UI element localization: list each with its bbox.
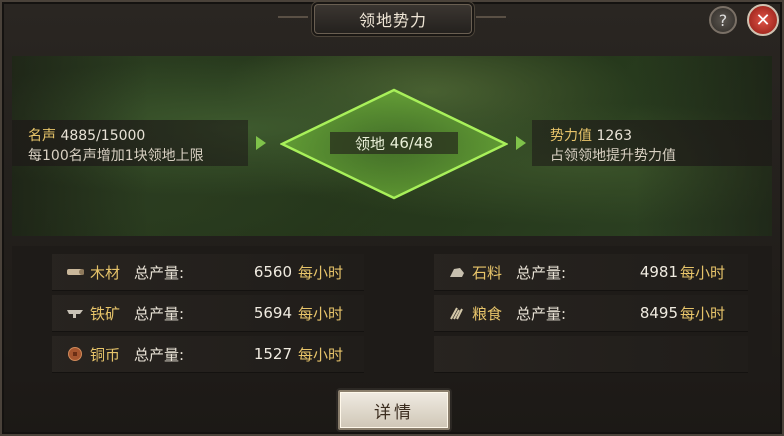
resource-row-copper: 铜币 总产量: 1527 每小时 — [52, 336, 364, 373]
territory-value: 46/48 — [389, 134, 434, 152]
power-value: 1263 — [596, 128, 633, 144]
window-title: 领地势力 — [314, 4, 472, 34]
resource-value: 6560 — [253, 263, 292, 281]
stone-icon — [450, 268, 464, 277]
resource-value: 8495 — [639, 304, 678, 322]
details-button[interactable]: 详情 — [338, 390, 450, 430]
resource-label: 总产量: — [134, 345, 185, 364]
resource-unit: 每小时 — [298, 263, 344, 282]
resource-value: 5694 — [253, 304, 292, 322]
iron-icon — [67, 310, 83, 318]
prestige-info: 名声 4885/15000 每100名声增加1块领地上限 — [28, 126, 204, 166]
resource-row-wood: 木材 总产量: 6560 每小时 — [52, 254, 364, 291]
close-button[interactable]: ✕ — [747, 4, 779, 36]
prestige-note: 每100名声增加1块领地上限 — [28, 148, 204, 164]
resource-value: 4981 — [639, 263, 678, 281]
resource-unit: 每小时 — [298, 345, 344, 364]
prestige-label: 名声 — [28, 128, 56, 144]
territory-diamond: 领地 46/48 — [280, 88, 508, 200]
resource-label: 总产量: — [516, 304, 567, 323]
resource-unit: 每小时 — [680, 304, 726, 323]
resource-name: 石料 — [472, 263, 503, 282]
resource-value: 1527 — [253, 345, 292, 363]
territory-label: 领地 — [354, 134, 385, 153]
territory-count: 领地 46/48 — [330, 132, 458, 154]
resource-row-grain: 粮食 总产量: 8495 每小时 — [434, 295, 748, 332]
resource-row-empty — [434, 336, 748, 373]
help-button[interactable]: ? — [709, 6, 737, 34]
title-decoration-right — [476, 16, 506, 18]
power-label: 势力值 — [550, 128, 592, 144]
power-info: 势力值 1263 占领领地提升势力值 — [550, 126, 676, 166]
copper-coin-icon — [68, 347, 82, 361]
resource-row-iron: 铁矿 总产量: 5694 每小时 — [52, 295, 364, 332]
grain-icon — [450, 307, 463, 320]
resource-unit: 每小时 — [298, 304, 344, 323]
resource-name: 粮食 — [472, 304, 503, 323]
resource-name: 木材 — [90, 263, 121, 282]
prestige-value: 4885/15000 — [60, 128, 146, 144]
arrow-right-icon — [256, 136, 266, 150]
arrow-right-icon — [516, 136, 526, 150]
resource-name: 铜币 — [90, 345, 121, 364]
resource-label: 总产量: — [134, 304, 185, 323]
title-decoration-left — [278, 16, 308, 18]
resource-label: 总产量: — [134, 263, 185, 282]
wood-icon — [67, 269, 84, 275]
power-note: 占领领地提升势力值 — [550, 148, 676, 164]
resource-label: 总产量: — [516, 263, 567, 282]
resource-name: 铁矿 — [90, 304, 121, 323]
resource-row-stone: 石料 总产量: 4981 每小时 — [434, 254, 748, 291]
resource-unit: 每小时 — [680, 263, 726, 282]
